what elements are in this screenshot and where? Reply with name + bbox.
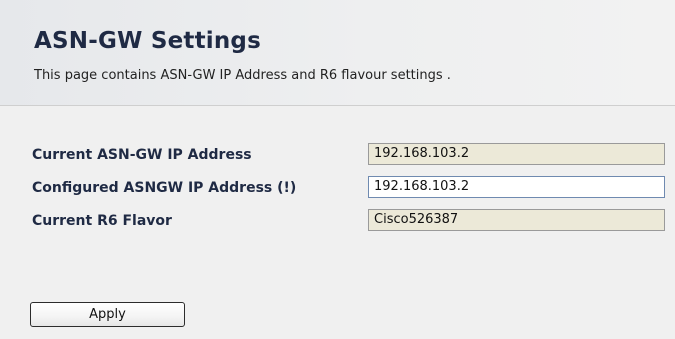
r6-flavor-row: Current R6 Flavor bbox=[0, 209, 675, 235]
current-ip-field bbox=[368, 143, 665, 165]
apply-button[interactable]: Apply bbox=[30, 302, 185, 327]
r6-flavor-label: Current R6 Flavor bbox=[32, 213, 172, 229]
r6-flavor-field bbox=[368, 209, 665, 231]
configured-ip-row: Configured ASNGW IP Address (!) bbox=[0, 176, 675, 202]
configured-ip-input[interactable] bbox=[368, 176, 665, 198]
current-ip-row: Current ASN-GW IP Address bbox=[0, 143, 675, 169]
page-header: ASN-GW Settings This page contains ASN-G… bbox=[0, 0, 675, 106]
page-description: This page contains ASN-GW IP Address and… bbox=[34, 68, 451, 83]
settings-form: Current ASN-GW IP Address Configured ASN… bbox=[0, 106, 675, 339]
page-title: ASN-GW Settings bbox=[34, 28, 261, 54]
configured-ip-label: Configured ASNGW IP Address (!) bbox=[32, 180, 297, 196]
current-ip-label: Current ASN-GW IP Address bbox=[32, 147, 252, 163]
